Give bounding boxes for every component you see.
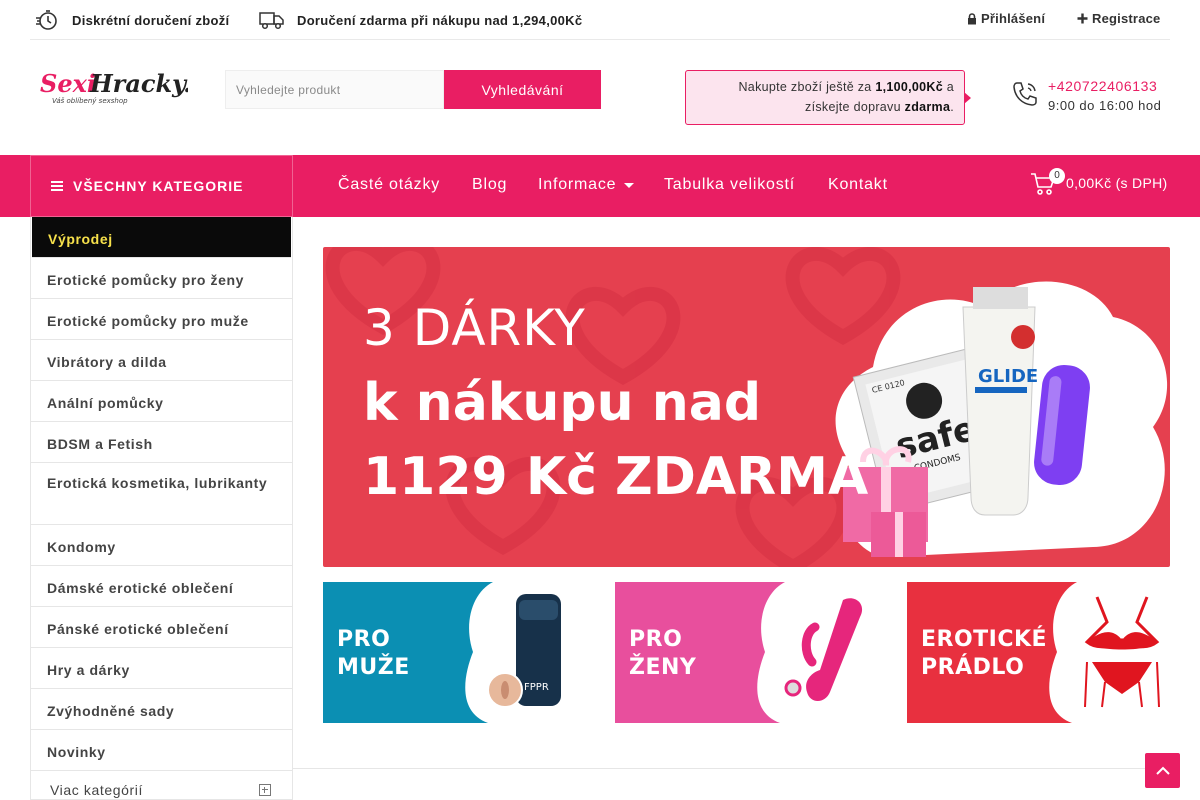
- promo-amount: 1,100,00Kč: [875, 80, 943, 94]
- nav-blog[interactable]: Blog: [472, 176, 507, 194]
- promo-banner[interactable]: safe CONDOMS CE 0120 GLIDE 3 DÁRKY k nák…: [323, 247, 1170, 567]
- women-tile-label: PRO ŽENY: [629, 626, 696, 682]
- women-tile-line2: ŽENY: [629, 655, 697, 680]
- nav-contact[interactable]: Kontakt: [828, 176, 888, 194]
- stopwatch-icon: [36, 10, 57, 30]
- caret-down-icon: [624, 182, 635, 188]
- promo-arrow: [964, 92, 971, 104]
- free-shipping-progress-box: Nakupte zboží ještě za 1,100,00Kč a získ…: [685, 70, 971, 125]
- more-categories-label: Viac kategórií: [50, 782, 143, 798]
- men-tile-label: PRO MUŽE: [337, 626, 410, 682]
- chevron-up-icon: [1155, 766, 1170, 775]
- sidebar-item-anal[interactable]: Anální pomůcky: [31, 381, 292, 422]
- women-tile-line1: PRO: [629, 627, 683, 652]
- login-link[interactable]: Přihlášení: [967, 11, 1045, 26]
- category-tile-women[interactable]: PRO ŽENY: [615, 582, 878, 723]
- register-link[interactable]: Registrace: [1077, 11, 1160, 26]
- sidebar-more-categories[interactable]: Viac kategórií: [31, 771, 292, 800]
- men-tile-line2: MUŽE: [337, 655, 410, 680]
- scroll-to-top-button[interactable]: [1145, 753, 1180, 788]
- free-shipping-text: Doručení zdarma při nákupu nad 1,294,00K…: [297, 12, 583, 28]
- lingerie-tile-line2: PRÁDLO: [921, 655, 1025, 680]
- all-categories-toggle[interactable]: VŠECHNY KATEGORIE: [30, 155, 293, 217]
- sidebar-item-sale[interactable]: Výprodej: [32, 217, 291, 258]
- sidebar-item-condoms[interactable]: Kondomy: [31, 525, 292, 566]
- svg-text:Sexi: Sexi: [40, 69, 96, 98]
- opening-hours: 9:00 do 16:00 hod: [1048, 98, 1162, 113]
- plus-square-icon: [259, 784, 271, 796]
- sidebar-item-women[interactable]: Erotické pomůcky pro ženy: [31, 258, 292, 299]
- sidebar-item-games[interactable]: Hry a dárky: [31, 648, 292, 689]
- sidebar-item-vibrators[interactable]: Vibrátory a dilda: [31, 340, 292, 381]
- sidebar-item-womens-wear[interactable]: Dámské erotické oblečení: [31, 566, 292, 607]
- discreet-delivery-notice: Diskrétní doručení zboží: [35, 0, 229, 40]
- banner-headline: 3 DÁRKY: [363, 299, 586, 357]
- phone-number[interactable]: +420722406133: [1048, 78, 1157, 94]
- lock-icon: [968, 12, 976, 24]
- truck-icon: [259, 12, 284, 30]
- promo-prefix: Nakupte zboží ještě za: [738, 80, 876, 94]
- banner-subline: k nákupu nad: [363, 373, 762, 433]
- banner-offer: 1129 Kč ZDARMA: [363, 447, 869, 507]
- sidebar-item-cosmetics[interactable]: Erotická kosmetika, lubrikanty: [31, 463, 292, 525]
- cart-count-badge: 0: [1049, 168, 1065, 184]
- section-divider: [293, 768, 1170, 769]
- promo-suffix: .: [950, 100, 954, 114]
- sidebar-item-men[interactable]: Erotické pomůcky pro muže: [31, 299, 292, 340]
- sidebar-item-bundles[interactable]: Zvýhodněné sady: [31, 689, 292, 730]
- nav-information-label: Informace: [538, 176, 617, 193]
- sidebar-item-mens-wear[interactable]: Pánské erotické oblečení: [31, 607, 292, 648]
- category-tile-men[interactable]: FPPR PRO MUŽE: [323, 582, 586, 723]
- lingerie-tile-line1: EROTICKÉ: [921, 627, 1048, 652]
- promo-free: zdarma: [904, 100, 951, 114]
- all-categories-label: VŠECHNY KATEGORIE: [73, 178, 244, 194]
- men-tile-line1: PRO: [337, 627, 391, 652]
- phone-icon: [1013, 82, 1037, 106]
- nav-information[interactable]: Informace: [538, 176, 635, 194]
- top-bar: Diskrétní doručení zboží Doručení zdarma…: [30, 0, 1170, 40]
- svg-text:Váš oblíbený sexshop: Váš oblíbený sexshop: [52, 97, 128, 105]
- nav-size-chart[interactable]: Tabulka velikostí: [664, 176, 795, 194]
- logo-graphic: Sexi Hracky.cz Váš oblíbený sexshop: [40, 69, 221, 105]
- hamburger-icon: [51, 179, 63, 193]
- site-logo[interactable]: Sexi Hracky.cz Váš oblíbený sexshop: [38, 62, 221, 110]
- search-button[interactable]: Vyhledávání: [444, 70, 601, 109]
- nav-faq[interactable]: Časté otázky: [338, 176, 440, 194]
- cart-total[interactable]: 0,00Kč (s DPH): [1066, 175, 1167, 191]
- register-label: Registrace: [1092, 11, 1161, 26]
- search-form: Vyhledávání: [225, 70, 601, 109]
- svg-text:FPPR: FPPR: [524, 682, 549, 693]
- lingerie-tile-label: EROTICKÉ PRÁDLO: [921, 626, 1047, 682]
- sidebar-item-new[interactable]: Novinky: [31, 730, 292, 771]
- lube-brand-text: GLIDE: [978, 366, 1038, 387]
- category-tile-lingerie[interactable]: EROTICKÉ PRÁDLO: [907, 582, 1170, 723]
- search-input[interactable]: [225, 70, 444, 109]
- free-shipping-notice: Doručení zdarma při nákupu nad 1,294,00K…: [259, 0, 582, 40]
- category-sidebar: Výprodej Erotické pomůcky pro ženy Eroti…: [30, 217, 293, 800]
- sidebar-item-bdsm[interactable]: BDSM a Fetish: [31, 422, 292, 463]
- plus-icon: [1077, 13, 1088, 24]
- discreet-delivery-text: Diskrétní doručení zboží: [72, 12, 230, 28]
- login-label: Přihlášení: [981, 11, 1046, 26]
- svg-text:Hracky.cz: Hracky.cz: [89, 69, 188, 98]
